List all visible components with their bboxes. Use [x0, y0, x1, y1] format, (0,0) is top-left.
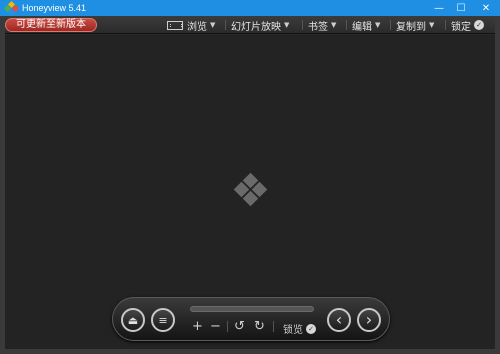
playback-control-panel: ⏏ ≡ + − ↺ ↻ 锁览 ✓ ‹ › — [112, 297, 390, 341]
toolbar-divider — [346, 20, 347, 30]
menu-lock-label: 锁定 — [451, 21, 471, 33]
rotate-right-button[interactable]: ↻ — [254, 320, 265, 333]
eject-button[interactable]: ⏏ — [121, 308, 145, 332]
toolbar-divider — [390, 20, 391, 30]
close-button[interactable]: ✕ — [472, 0, 500, 16]
window-title: Honeyview 5.41 — [22, 3, 87, 13]
eject-icon: ⏏ — [127, 313, 139, 327]
next-image-button[interactable]: › — [357, 308, 381, 332]
menu-edit[interactable]: 编辑 ▼ — [352, 16, 380, 34]
menu-icon: ≡ — [158, 313, 168, 327]
menu-edit-label: 编辑 — [352, 21, 372, 33]
title-bar: Honeyview 5.41 — ☐ ✕ — [0, 0, 500, 17]
toolbar-divider — [225, 20, 226, 30]
menu-browse-label: 浏览 — [187, 21, 207, 33]
menu-lock[interactable]: 锁定 ✓ — [451, 16, 484, 34]
toolbar-divider — [302, 20, 303, 30]
menu-copy-to[interactable]: 复制到 ▼ — [396, 16, 434, 34]
window-frame-right — [495, 16, 500, 354]
toolbar-divider — [445, 20, 446, 30]
zoom-in-button[interactable]: + — [192, 320, 203, 333]
menu-button[interactable]: ≡ — [151, 308, 175, 332]
check-circle-icon: ✓ — [474, 20, 484, 30]
honeyview-logo-icon — [229, 172, 273, 213]
browse-icon — [167, 20, 183, 30]
rotate-left-button[interactable]: ↺ — [234, 320, 245, 333]
app-logo-icon — [3, 0, 20, 17]
panel-divider — [227, 321, 228, 332]
menu-bookmarks[interactable]: 书签 ▼ — [308, 16, 336, 34]
maximize-button[interactable]: ☐ — [450, 0, 472, 16]
caret-down-icon: ▼ — [429, 21, 435, 29]
zoom-out-button[interactable]: − — [210, 320, 221, 333]
window-frame-bottom — [0, 349, 500, 354]
minimize-button[interactable]: — — [428, 0, 450, 16]
toolbar: 可更新至新版本 浏览 ▼ 幻灯片放映 ▼ 书签 ▼ 编辑 ▼ 复制到 ▼ 锁定 … — [0, 16, 500, 34]
lock-view-label: 锁览 — [283, 325, 303, 336]
previous-image-button[interactable]: ‹ — [327, 308, 351, 332]
seek-bar[interactable] — [190, 306, 314, 312]
chevron-left-icon: ‹ — [335, 310, 343, 329]
caret-down-icon: ▼ — [284, 21, 290, 29]
update-available-button[interactable]: 可更新至新版本 — [5, 18, 97, 32]
menu-slideshow-label: 幻灯片放映 — [231, 21, 281, 33]
caret-down-icon: ▼ — [375, 21, 381, 29]
lock-view-toggle[interactable]: 锁览 ✓ — [283, 321, 316, 336]
chevron-right-icon: › — [365, 310, 373, 329]
check-circle-icon: ✓ — [306, 323, 316, 334]
menu-slideshow[interactable]: 幻灯片放映 ▼ — [231, 16, 289, 34]
caret-down-icon: ▼ — [331, 21, 337, 29]
menu-copy-to-label: 复制到 — [396, 21, 426, 33]
menu-bookmarks-label: 书签 — [308, 21, 328, 33]
caret-down-icon: ▼ — [210, 21, 216, 29]
panel-divider — [273, 321, 274, 332]
menu-browse[interactable]: 浏览 ▼ — [167, 16, 215, 34]
